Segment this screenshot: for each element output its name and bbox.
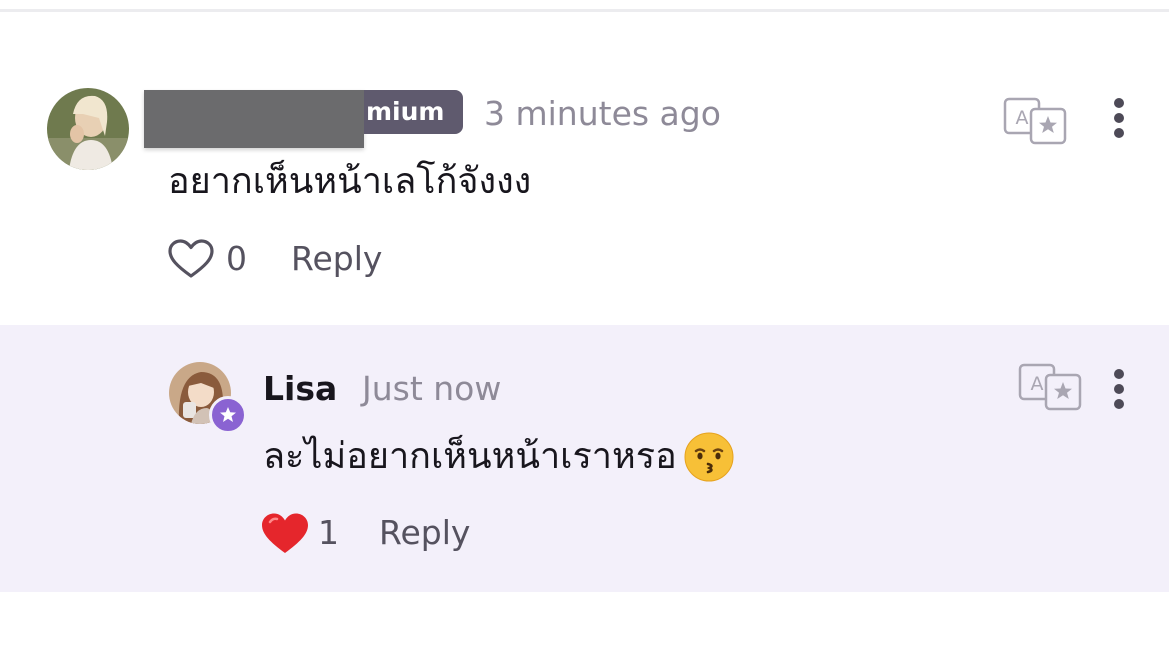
star-badge-icon <box>209 396 247 434</box>
comment-text: ละไม่อยากเห็นหน้าเราหรอ <box>263 431 735 483</box>
reply-button[interactable]: Reply <box>379 512 470 554</box>
avatar[interactable] <box>47 88 129 170</box>
translate-icon[interactable]: A <box>1018 363 1082 415</box>
more-options-icon[interactable] <box>1111 98 1127 143</box>
timestamp: Just now <box>362 369 502 408</box>
like-count: 1 <box>318 513 339 552</box>
top-divider <box>0 9 1169 12</box>
reply-comment: Lisa Just now ละไม่อยากเห็นหน้าเราหรอ A <box>0 325 1169 592</box>
heart-filled-icon[interactable] <box>261 512 309 560</box>
heart-outline-icon[interactable] <box>167 238 215 284</box>
like-count: 0 <box>226 239 247 278</box>
kissing-face-emoji <box>683 431 735 483</box>
comment: mium 3 minutes ago อยากเห็นหน้าเลโก้จังง… <box>0 60 1169 325</box>
svg-text:A: A <box>1016 107 1029 129</box>
svg-text:A: A <box>1031 373 1044 395</box>
reply-button[interactable]: Reply <box>291 238 382 280</box>
more-options-icon[interactable] <box>1111 369 1127 414</box>
author-name[interactable]: Lisa <box>263 368 337 410</box>
translate-icon[interactable]: A <box>1003 97 1067 149</box>
timestamp: 3 minutes ago <box>484 94 721 133</box>
comment-text-content: ละไม่อยากเห็นหน้าเราหรอ <box>263 436 677 477</box>
redacted-username-overlay <box>144 90 364 148</box>
comment-text: อยากเห็นหน้าเลโก้จังงง <box>168 161 532 202</box>
